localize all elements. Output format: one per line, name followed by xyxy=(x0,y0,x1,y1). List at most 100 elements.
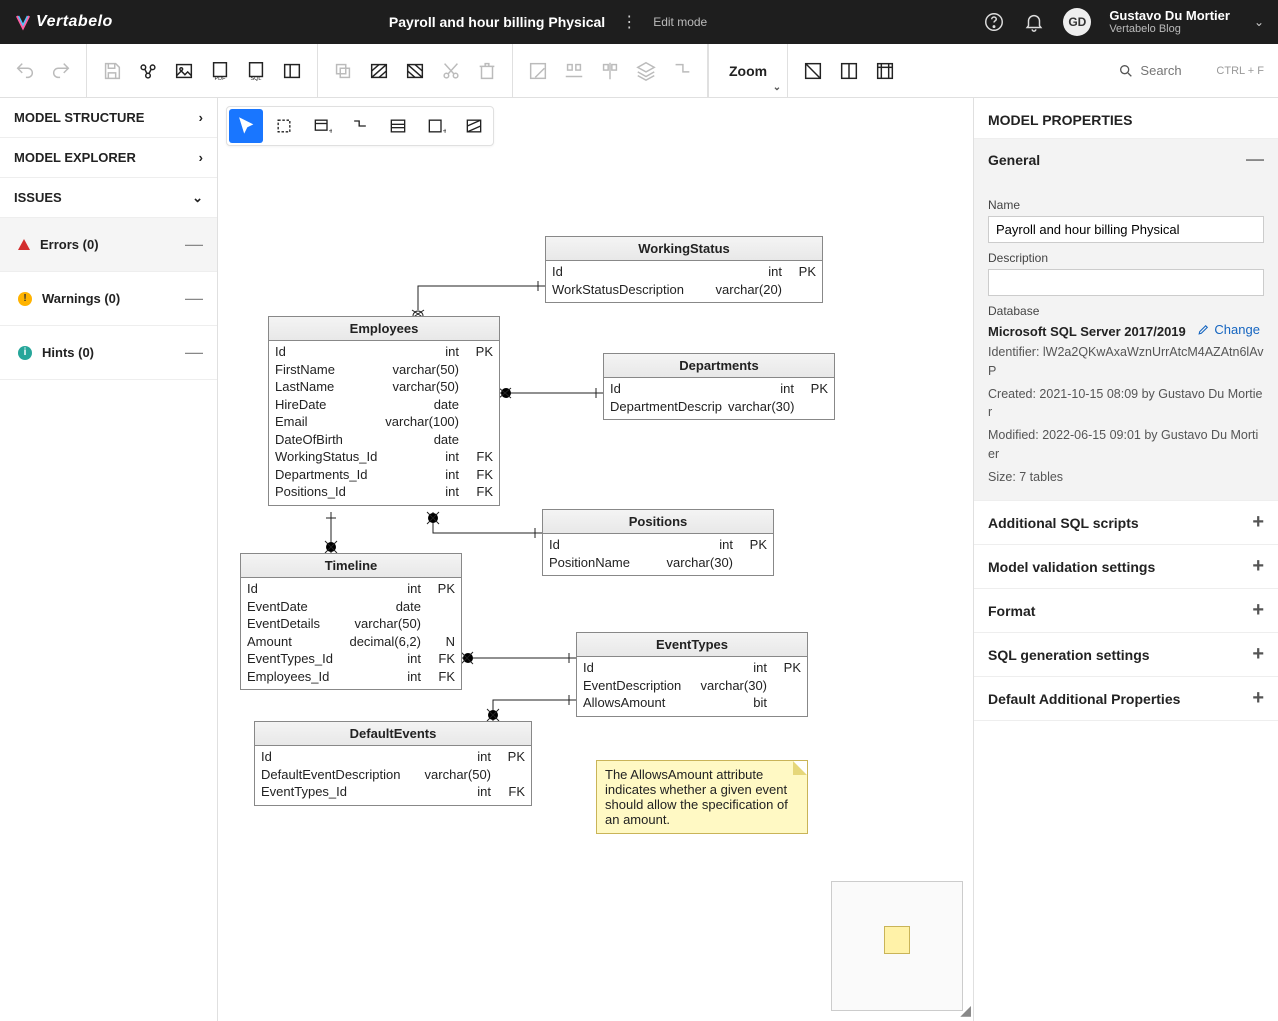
table-tool[interactable]: + xyxy=(305,109,339,143)
svg-text:SQL: SQL xyxy=(250,76,261,82)
marquee-tool[interactable] xyxy=(267,109,301,143)
document-menu-button[interactable]: ⋮ xyxy=(617,12,641,32)
hatch1-icon[interactable] xyxy=(368,60,390,82)
column-row: EventDatedate xyxy=(247,598,455,616)
note-tool[interactable]: + xyxy=(419,109,453,143)
app-name: Vertabelo xyxy=(36,13,113,31)
view-tool[interactable] xyxy=(381,109,415,143)
save-icon[interactable] xyxy=(101,60,123,82)
entity-employees[interactable]: Employees IdintPKFirstNamevarchar(50)Las… xyxy=(268,316,500,506)
copy-icon[interactable] xyxy=(332,60,354,82)
cut-icon[interactable] xyxy=(440,60,462,82)
model-description-input[interactable] xyxy=(988,269,1264,296)
grid2-icon[interactable] xyxy=(838,60,860,82)
pointer-tool[interactable] xyxy=(229,109,263,143)
section-default additional properties[interactable]: Default Additional Properties+ xyxy=(974,677,1278,720)
column-row: DateOfBirthdate xyxy=(275,431,493,449)
document-title: Payroll and hour billing Physical xyxy=(389,14,605,30)
warnings-row[interactable]: !Warnings (0) — xyxy=(0,272,217,326)
main-toolbar: PDF SQL Zoom ⌄ CTRL + F xyxy=(0,44,1278,98)
chevron-down-icon[interactable]: ⌄ xyxy=(1248,15,1264,29)
grid1-icon[interactable] xyxy=(802,60,824,82)
model-explorer-panel[interactable]: MODEL EXPLORER › xyxy=(0,138,217,178)
chevron-right-icon: › xyxy=(199,150,203,165)
undo-icon[interactable] xyxy=(14,60,36,82)
model-structure-panel[interactable]: MODEL STRUCTURE › xyxy=(0,98,217,138)
created-text: Created: 2021-10-15 08:09 by Gustavo Du … xyxy=(988,385,1264,423)
zoom-dropdown[interactable]: Zoom ⌄ xyxy=(708,44,788,97)
column-row: EventTypes_IdintFK xyxy=(247,650,455,668)
column-row: EventDetailsvarchar(50) xyxy=(247,615,455,633)
minus-icon: — xyxy=(185,234,203,255)
general-section-header[interactable]: General — xyxy=(974,139,1278,180)
search-shortcut: CTRL + F xyxy=(1216,65,1264,77)
entity-title: WorkingStatus xyxy=(546,237,822,261)
size-text: Size: 7 tables xyxy=(988,468,1264,487)
layers-icon[interactable] xyxy=(635,60,657,82)
column-row: IdintPK xyxy=(549,536,767,554)
change-database-link[interactable]: Change xyxy=(1197,322,1260,337)
app-logo[interactable]: Vertabelo xyxy=(14,13,113,31)
entity-title: Employees xyxy=(269,317,499,341)
name-label: Name xyxy=(988,198,1264,212)
canvas-note[interactable]: The AllowsAmount attribute indicates whe… xyxy=(596,760,808,834)
panel-icon[interactable] xyxy=(281,60,303,82)
column-row: IdintPK xyxy=(552,263,816,281)
errors-row[interactable]: Errors (0) — xyxy=(0,218,217,272)
align-v-icon[interactable] xyxy=(599,60,621,82)
pdf-icon[interactable]: PDF xyxy=(209,60,231,82)
database-label: Database xyxy=(988,304,1264,318)
section-format[interactable]: Format+ xyxy=(974,589,1278,632)
model-name-input[interactable] xyxy=(988,216,1264,243)
edit-mode-label[interactable]: Edit mode xyxy=(653,15,707,29)
hints-row[interactable]: iHints (0) — xyxy=(0,326,217,380)
relation-tool[interactable] xyxy=(343,109,377,143)
user-menu[interactable]: Gustavo Du Mortier Vertabelo Blog xyxy=(1109,9,1230,35)
section-model validation settings[interactable]: Model validation settings+ xyxy=(974,545,1278,588)
properties-title: MODEL PROPERTIES xyxy=(974,98,1278,139)
column-row: LastNamevarchar(50) xyxy=(275,378,493,396)
image-icon[interactable] xyxy=(173,60,195,82)
left-panel: MODEL STRUCTURE › MODEL EXPLORER › ISSUE… xyxy=(0,98,218,1021)
svg-text:+: + xyxy=(443,126,446,136)
chevron-down-icon: ⌄ xyxy=(192,190,203,206)
route-icon[interactable] xyxy=(671,60,693,82)
column-row: DepartmentDescripvarchar(30) xyxy=(610,398,828,416)
avatar[interactable]: GD xyxy=(1063,8,1091,36)
resize-handle-icon[interactable]: ◢ xyxy=(960,1002,971,1019)
share-icon[interactable] xyxy=(137,60,159,82)
help-icon[interactable] xyxy=(983,11,1005,33)
hatch2-icon[interactable] xyxy=(404,60,426,82)
sql-icon[interactable]: SQL xyxy=(245,60,267,82)
entity-workingstatus[interactable]: WorkingStatus IdintPKWorkStatusDescripti… xyxy=(545,236,823,303)
entity-title: Departments xyxy=(604,354,834,378)
column-row: FirstNamevarchar(50) xyxy=(275,361,493,379)
redo-icon[interactable] xyxy=(50,60,72,82)
plus-icon: + xyxy=(1252,511,1264,534)
minus-icon: — xyxy=(1246,149,1264,170)
diagram-canvas[interactable]: + + Employee xyxy=(218,98,973,1021)
entity-defaultevents[interactable]: DefaultEvents IdintPKDefaultEventDescrip… xyxy=(254,721,532,806)
search-input[interactable] xyxy=(1140,63,1210,78)
issues-panel[interactable]: ISSUES ⌄ xyxy=(0,178,217,218)
section-sql generation settings[interactable]: SQL generation settings+ xyxy=(974,633,1278,676)
align-h-icon[interactable] xyxy=(563,60,585,82)
column-row: PositionNamevarchar(30) xyxy=(549,554,767,572)
entity-title: EventTypes xyxy=(577,633,807,657)
section-additional sql scripts[interactable]: Additional SQL scripts+ xyxy=(974,501,1278,544)
properties-panel: MODEL PROPERTIES General — Name Descript… xyxy=(973,98,1278,1021)
entity-title: DefaultEvents xyxy=(255,722,531,746)
align1-icon[interactable] xyxy=(527,60,549,82)
entity-positions[interactable]: Positions IdintPKPositionNamevarchar(30) xyxy=(542,509,774,576)
column-row: AllowsAmountbit xyxy=(583,694,801,712)
entity-eventtypes[interactable]: EventTypes IdintPKEventDescriptionvarcha… xyxy=(576,632,808,717)
entity-timeline[interactable]: Timeline IdintPKEventDatedateEventDetail… xyxy=(240,553,462,690)
minimap[interactable] xyxy=(831,881,963,1011)
search-box[interactable]: CTRL + F xyxy=(1104,63,1278,79)
delete-icon[interactable] xyxy=(476,60,498,82)
user-name: Gustavo Du Mortier xyxy=(1109,9,1230,23)
area-tool[interactable] xyxy=(457,109,491,143)
entity-departments[interactable]: Departments IdintPKDepartmentDescripvarc… xyxy=(603,353,835,420)
grid3-icon[interactable] xyxy=(874,60,896,82)
bell-icon[interactable] xyxy=(1023,11,1045,33)
